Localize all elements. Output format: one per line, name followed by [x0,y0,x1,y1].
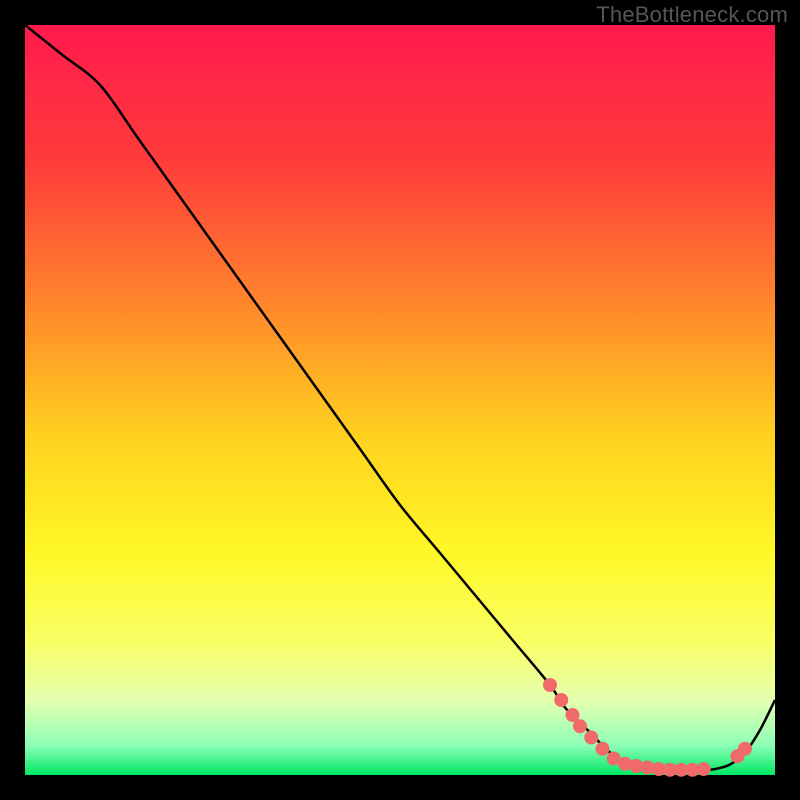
marker-dot [697,762,711,776]
chart-frame: { "watermark": "TheBottleneck.com", "cha… [0,0,800,800]
marker-dot [596,742,610,756]
bottleneck-chart [0,0,800,800]
watermark-text: TheBottleneck.com [596,2,788,28]
marker-dot [543,678,557,692]
marker-dot [573,719,587,733]
marker-dot [738,742,752,756]
marker-dot [584,731,598,745]
marker-dot [554,693,568,707]
